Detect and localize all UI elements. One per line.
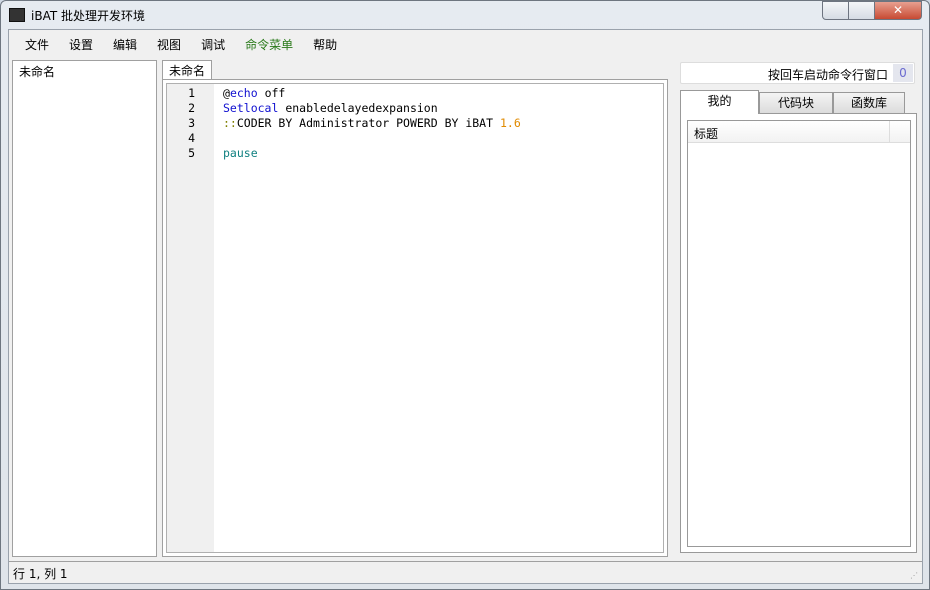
code-line[interactable]: ::CODER BY Administrator POWERD BY iBAT … (223, 116, 521, 131)
editor-frame: 12345 @echo off Setlocal enabledelayedexp… (162, 79, 668, 557)
menu-debug[interactable]: 调试 (191, 30, 235, 58)
client-area: 文件 设置 编辑 视图 调试 命令菜单 帮助 未命名 未命名 12345 @ec… (8, 29, 923, 584)
code-editor[interactable]: 12345 @echo off Setlocal enabledelayedexp… (166, 83, 664, 553)
main-window: iBAT 批处理开发环境 ✕ 文件 设置 编辑 视图 调试 命令菜单 帮助 未命… (0, 0, 930, 590)
command-count: 0 (893, 64, 913, 82)
status-bar: 行 1, 列 1 ⋰ (9, 561, 922, 583)
line-number: 5 (188, 146, 195, 160)
tab-functions[interactable]: 函数库 (833, 92, 905, 114)
line-number: 3 (188, 116, 195, 130)
menu-edit[interactable]: 编辑 (103, 30, 147, 58)
code-line[interactable]: pause (223, 146, 521, 161)
menu-view[interactable]: 视图 (147, 30, 191, 58)
tab-document[interactable]: 未命名 (162, 60, 213, 80)
code-token: CODER BY Administrator POWERD BY iBAT (236, 116, 500, 130)
right-panel: 标题 (680, 113, 917, 553)
resize-grip-icon[interactable]: ⋰ (910, 571, 918, 580)
code-token: Setlocal (223, 101, 279, 115)
close-button[interactable]: ✕ (874, 1, 922, 20)
menu-help[interactable]: 帮助 (303, 30, 347, 58)
menu-bar: 文件 设置 编辑 视图 调试 命令菜单 帮助 (9, 30, 347, 58)
file-list: 未命名 (12, 60, 157, 557)
code-text[interactable]: @echo off Setlocal enabledelayedexpansion… (223, 86, 521, 161)
maximize-button[interactable] (848, 1, 875, 20)
app-icon (9, 8, 25, 22)
code-token: :: (223, 116, 237, 130)
title-bar: iBAT 批处理开发环境 ✕ (1, 1, 929, 29)
line-number: 1 (188, 86, 195, 100)
menu-commands[interactable]: 命令菜单 (235, 30, 303, 58)
line-number: 2 (188, 101, 195, 115)
command-line-label: 按回车启动命令行窗口 (767, 68, 888, 82)
line-number: 4 (188, 131, 195, 145)
code-token: 1.6 (499, 116, 521, 130)
tab-snippets[interactable]: 代码块 (759, 92, 833, 114)
command-line-input[interactable]: 按回车启动命令行窗口 0 (680, 62, 915, 84)
code-line[interactable] (223, 131, 521, 146)
file-item[interactable]: 未命名 (19, 63, 55, 80)
window-title: iBAT 批处理开发环境 (31, 9, 145, 23)
minimize-button[interactable] (822, 1, 849, 20)
tab-mine[interactable]: 我的 (680, 90, 759, 114)
snippet-list[interactable]: 标题 (687, 120, 911, 547)
column-header-title[interactable]: 标题 (688, 121, 910, 143)
code-token: pause (223, 146, 258, 160)
code-line[interactable]: @echo off (223, 86, 521, 101)
menu-file[interactable]: 文件 (15, 30, 59, 58)
code-token: @ (223, 86, 230, 100)
line-number-gutter: 12345 (167, 84, 214, 552)
code-token: off (257, 86, 286, 100)
menu-settings[interactable]: 设置 (59, 30, 103, 58)
code-token: enabledelayedexpansion (278, 101, 438, 115)
code-token: echo (229, 86, 258, 100)
code-line[interactable]: Setlocal enabledelayedexpansion (223, 101, 521, 116)
cursor-position: 行 1, 列 1 (13, 567, 68, 581)
